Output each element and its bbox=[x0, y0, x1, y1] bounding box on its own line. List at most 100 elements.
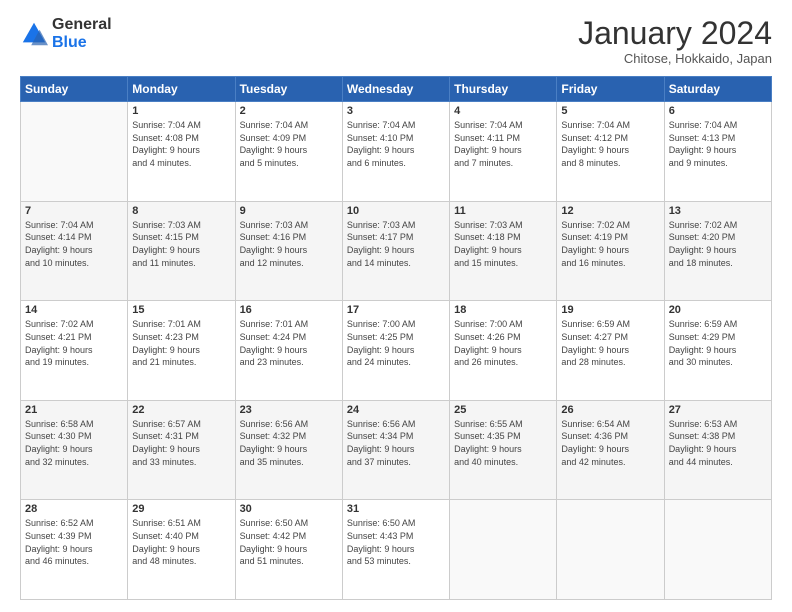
calendar-cell: 20Sunrise: 6:59 AM Sunset: 4:29 PM Dayli… bbox=[664, 301, 771, 401]
day-info: Sunrise: 6:53 AM Sunset: 4:38 PM Dayligh… bbox=[669, 418, 767, 468]
calendar-cell: 10 Sunrise: 7:03 AM Sunset: 4:17 PM Dayli… bbox=[342, 201, 449, 301]
calendar-cell: 19 Sunrise: 6:59 AM Sunset: 4:27 PM Dayli… bbox=[557, 301, 664, 401]
day-number: 27 bbox=[669, 404, 767, 416]
day-number: 28 bbox=[25, 503, 123, 515]
logo-icon bbox=[20, 20, 48, 48]
week-row-1: 7 Sunrise: 7:04 AM Sunset: 4:14 PM Daylig… bbox=[21, 201, 772, 301]
day-info: Sunrise: 6:59 AM Sunset: 4:27 PM Dayligh… bbox=[561, 318, 659, 368]
calendar-cell: 8Sunrise: 7:03 AM Sunset: 4:15 PM Daylig… bbox=[128, 201, 235, 301]
week-row-0: 1 Sunrise: 7:04 AM Sunset: 4:08 PM Daylig… bbox=[21, 102, 772, 202]
calendar-cell: 2Sunrise: 7:04 AM Sunset: 4:09 PM Daylig… bbox=[235, 102, 342, 202]
day-info: Sunrise: 7:04 AM Sunset: 4:08 PM Dayligh… bbox=[132, 119, 230, 169]
day-info: Sunrise: 7:04 AM Sunset: 4:13 PM Dayligh… bbox=[669, 119, 767, 169]
calendar-cell: 30Sunrise: 6:50 AM Sunset: 4:42 PM Dayli… bbox=[235, 500, 342, 600]
day-info: Sunrise: 7:01 AM Sunset: 4:23 PM Dayligh… bbox=[132, 318, 230, 368]
calendar-table: SundayMondayTuesdayWednesdayThursdayFrid… bbox=[20, 76, 772, 600]
day-number: 17 bbox=[347, 304, 445, 316]
day-number: 29 bbox=[132, 503, 230, 515]
day-info: Sunrise: 7:00 AM Sunset: 4:25 PM Dayligh… bbox=[347, 318, 445, 368]
day-info: Sunrise: 6:56 AM Sunset: 4:34 PM Dayligh… bbox=[347, 418, 445, 468]
day-number: 26 bbox=[561, 404, 659, 416]
day-info: Sunrise: 7:03 AM Sunset: 4:17 PM Dayligh… bbox=[347, 219, 445, 269]
calendar-cell: 7 Sunrise: 7:04 AM Sunset: 4:14 PM Daylig… bbox=[21, 201, 128, 301]
calendar-cell: 1 Sunrise: 7:04 AM Sunset: 4:08 PM Daylig… bbox=[128, 102, 235, 202]
calendar-cell: 23Sunrise: 6:56 AM Sunset: 4:32 PM Dayli… bbox=[235, 400, 342, 500]
day-number: 25 bbox=[454, 404, 552, 416]
week-row-3: 21 Sunrise: 6:58 AM Sunset: 4:30 PM Dayli… bbox=[21, 400, 772, 500]
day-number: 21 bbox=[25, 404, 123, 416]
calendar-cell bbox=[557, 500, 664, 600]
calendar-cell: 16Sunrise: 7:01 AM Sunset: 4:24 PM Dayli… bbox=[235, 301, 342, 401]
weekday-header-saturday: Saturday bbox=[664, 77, 771, 102]
day-number: 6 bbox=[669, 105, 767, 117]
day-info: Sunrise: 7:04 AM Sunset: 4:11 PM Dayligh… bbox=[454, 119, 552, 169]
subtitle: Chitose, Hokkaido, Japan bbox=[578, 51, 772, 66]
day-info: Sunrise: 7:04 AM Sunset: 4:12 PM Dayligh… bbox=[561, 119, 659, 169]
day-number: 12 bbox=[561, 205, 659, 217]
day-number: 4 bbox=[454, 105, 552, 117]
calendar-cell: 15Sunrise: 7:01 AM Sunset: 4:23 PM Dayli… bbox=[128, 301, 235, 401]
calendar-cell: 29 Sunrise: 6:51 AM Sunset: 4:40 PM Dayli… bbox=[128, 500, 235, 600]
logo: General Blue bbox=[20, 16, 112, 52]
day-info: Sunrise: 6:52 AM Sunset: 4:39 PM Dayligh… bbox=[25, 517, 123, 567]
day-info: Sunrise: 6:54 AM Sunset: 4:36 PM Dayligh… bbox=[561, 418, 659, 468]
calendar-cell: 17 Sunrise: 7:00 AM Sunset: 4:25 PM Dayli… bbox=[342, 301, 449, 401]
day-number: 10 bbox=[347, 205, 445, 217]
day-number: 18 bbox=[454, 304, 552, 316]
calendar-cell: 6 Sunrise: 7:04 AM Sunset: 4:13 PM Daylig… bbox=[664, 102, 771, 202]
logo-text: General Blue bbox=[52, 16, 112, 52]
calendar-cell: 3 Sunrise: 7:04 AM Sunset: 4:10 PM Daylig… bbox=[342, 102, 449, 202]
calendar-cell: 27 Sunrise: 6:53 AM Sunset: 4:38 PM Dayli… bbox=[664, 400, 771, 500]
calendar-cell: 4 Sunrise: 7:04 AM Sunset: 4:11 PM Daylig… bbox=[450, 102, 557, 202]
day-info: Sunrise: 7:02 AM Sunset: 4:20 PM Dayligh… bbox=[669, 219, 767, 269]
calendar-cell: 11 Sunrise: 7:03 AM Sunset: 4:18 PM Dayli… bbox=[450, 201, 557, 301]
day-info: Sunrise: 7:00 AM Sunset: 4:26 PM Dayligh… bbox=[454, 318, 552, 368]
day-number: 1 bbox=[132, 105, 230, 117]
calendar-cell: 12 Sunrise: 7:02 AM Sunset: 4:19 PM Dayli… bbox=[557, 201, 664, 301]
day-info: Sunrise: 6:58 AM Sunset: 4:30 PM Dayligh… bbox=[25, 418, 123, 468]
page: General Blue January 2024 Chitose, Hokka… bbox=[0, 0, 792, 612]
day-info: Sunrise: 6:56 AM Sunset: 4:32 PM Dayligh… bbox=[240, 418, 338, 468]
day-info: Sunrise: 6:59 AM Sunset: 4:29 PM Dayligh… bbox=[669, 318, 767, 368]
day-number: 9 bbox=[240, 205, 338, 217]
weekday-header-monday: Monday bbox=[128, 77, 235, 102]
day-info: Sunrise: 7:04 AM Sunset: 4:09 PM Dayligh… bbox=[240, 119, 338, 169]
weekday-header-wednesday: Wednesday bbox=[342, 77, 449, 102]
header: General Blue January 2024 Chitose, Hokka… bbox=[20, 16, 772, 66]
day-info: Sunrise: 7:02 AM Sunset: 4:19 PM Dayligh… bbox=[561, 219, 659, 269]
day-number: 24 bbox=[347, 404, 445, 416]
title-block: January 2024 Chitose, Hokkaido, Japan bbox=[578, 16, 772, 66]
day-info: Sunrise: 6:50 AM Sunset: 4:43 PM Dayligh… bbox=[347, 517, 445, 567]
calendar-cell: 24 Sunrise: 6:56 AM Sunset: 4:34 PM Dayli… bbox=[342, 400, 449, 500]
day-info: Sunrise: 7:04 AM Sunset: 4:10 PM Dayligh… bbox=[347, 119, 445, 169]
day-number: 3 bbox=[347, 105, 445, 117]
day-info: Sunrise: 7:02 AM Sunset: 4:21 PM Dayligh… bbox=[25, 318, 123, 368]
day-number: 13 bbox=[669, 205, 767, 217]
calendar-cell: 31 Sunrise: 6:50 AM Sunset: 4:43 PM Dayli… bbox=[342, 500, 449, 600]
day-number: 19 bbox=[561, 304, 659, 316]
day-info: Sunrise: 7:04 AM Sunset: 4:14 PM Dayligh… bbox=[25, 219, 123, 269]
day-info: Sunrise: 6:51 AM Sunset: 4:40 PM Dayligh… bbox=[132, 517, 230, 567]
day-number: 7 bbox=[25, 205, 123, 217]
day-number: 22 bbox=[132, 404, 230, 416]
calendar-cell: 21 Sunrise: 6:58 AM Sunset: 4:30 PM Dayli… bbox=[21, 400, 128, 500]
weekday-header-tuesday: Tuesday bbox=[235, 77, 342, 102]
day-info: Sunrise: 7:03 AM Sunset: 4:15 PM Dayligh… bbox=[132, 219, 230, 269]
week-row-4: 28 Sunrise: 6:52 AM Sunset: 4:39 PM Dayli… bbox=[21, 500, 772, 600]
calendar-cell bbox=[450, 500, 557, 600]
week-row-2: 14 Sunrise: 7:02 AM Sunset: 4:21 PM Dayli… bbox=[21, 301, 772, 401]
weekday-header-sunday: Sunday bbox=[21, 77, 128, 102]
calendar-cell: 5Sunrise: 7:04 AM Sunset: 4:12 PM Daylig… bbox=[557, 102, 664, 202]
day-number: 11 bbox=[454, 205, 552, 217]
weekday-header-friday: Friday bbox=[557, 77, 664, 102]
day-info: Sunrise: 6:57 AM Sunset: 4:31 PM Dayligh… bbox=[132, 418, 230, 468]
weekday-header-thursday: Thursday bbox=[450, 77, 557, 102]
day-info: Sunrise: 7:03 AM Sunset: 4:18 PM Dayligh… bbox=[454, 219, 552, 269]
day-number: 31 bbox=[347, 503, 445, 515]
calendar-cell: 14 Sunrise: 7:02 AM Sunset: 4:21 PM Dayli… bbox=[21, 301, 128, 401]
calendar-cell: 22 Sunrise: 6:57 AM Sunset: 4:31 PM Dayli… bbox=[128, 400, 235, 500]
day-number: 14 bbox=[25, 304, 123, 316]
calendar-cell: 9Sunrise: 7:03 AM Sunset: 4:16 PM Daylig… bbox=[235, 201, 342, 301]
calendar-cell bbox=[21, 102, 128, 202]
day-number: 16 bbox=[240, 304, 338, 316]
